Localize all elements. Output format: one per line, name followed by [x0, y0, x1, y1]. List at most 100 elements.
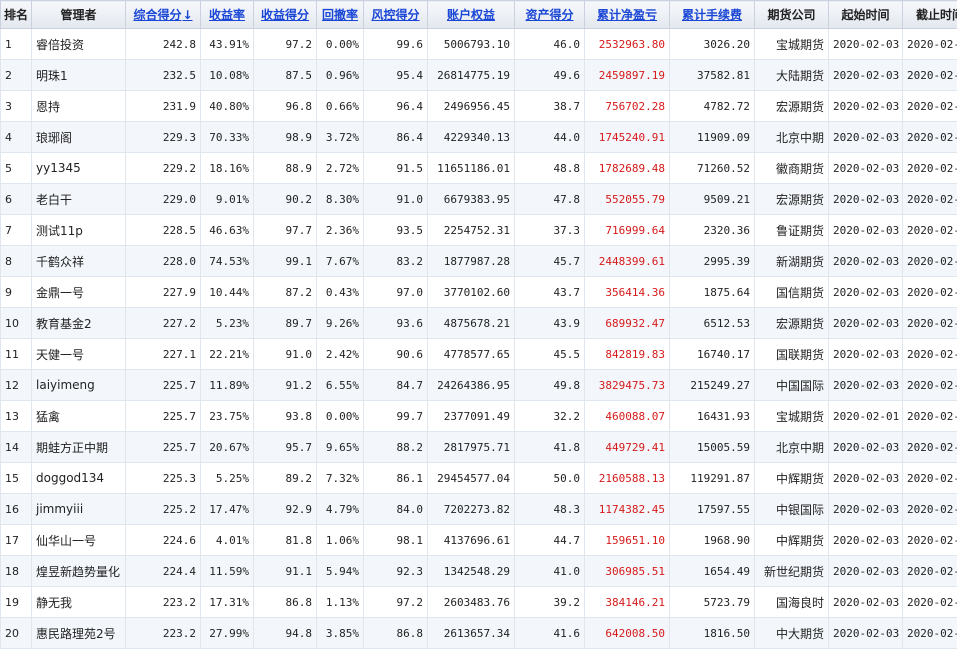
return-score-cell: 88.9 [253, 152, 317, 184]
end-time-cell: 2020-02-27 [902, 245, 957, 277]
manager-cell: 明珠1 [31, 59, 126, 91]
header-drawdown[interactable]: 回撤率 [316, 0, 364, 29]
end-time-cell: 2020-02-27 [902, 462, 957, 494]
net-profit-cell: 689932.47 [584, 307, 670, 339]
sort-asset-score-link[interactable]: 资产得分 [525, 8, 573, 22]
sort-return-rate-link[interactable]: 收益率 [209, 8, 245, 22]
drawdown-cell: 2.72% [316, 152, 364, 184]
table-row: 9 金鼎一号 227.9 10.44% 87.2 0.43% 97.0 3770102.60 4… [0, 276, 957, 308]
return-score-cell: 96.8 [253, 90, 317, 122]
start-time-cell: 2020-02-03 [828, 555, 903, 587]
drawdown-cell: 4.79% [316, 493, 364, 525]
start-time-cell: 2020-02-03 [828, 524, 903, 556]
manager-cell: 恩持 [31, 90, 126, 122]
fees-cell: 6512.53 [669, 307, 755, 339]
asset-score-cell: 50.0 [514, 462, 585, 494]
equity-cell: 26814775.19 [427, 59, 515, 91]
risk-score-cell: 90.6 [363, 338, 428, 370]
fees-cell: 215249.27 [669, 369, 755, 401]
risk-score-cell: 93.5 [363, 214, 428, 246]
risk-score-cell: 99.6 [363, 28, 428, 60]
risk-score-cell: 97.0 [363, 276, 428, 308]
drawdown-cell: 1.13% [316, 586, 364, 618]
manager-cell: 睿倍投资 [31, 28, 126, 60]
company-cell: 宏源期货 [754, 90, 829, 122]
sort-risk-score-link[interactable]: 风控得分 [371, 8, 419, 22]
drawdown-cell: 2.42% [316, 338, 364, 370]
table-row: 17 仙华山一号 224.6 4.01% 81.8 1.06% 98.1 4137696.61… [0, 524, 957, 556]
sort-equity-link[interactable]: 账户权益 [447, 8, 495, 22]
table-row: 15 doggod134 225.3 5.25% 89.2 7.32% 86.1 294545… [0, 462, 957, 494]
table-row: 10 教育基金2 227.2 5.23% 89.7 9.26% 93.6 4875678.21… [0, 307, 957, 339]
sort-fees-link[interactable]: 累计手续费 [682, 8, 742, 22]
end-time-cell: 2020-02-27 [902, 214, 957, 246]
end-time-cell: 2020-02-27 [902, 524, 957, 556]
rank-cell: 4 [0, 121, 32, 153]
asset-score-cell: 37.3 [514, 214, 585, 246]
header-return-score[interactable]: 收益得分 [253, 0, 317, 29]
risk-score-cell: 86.1 [363, 462, 428, 494]
sort-drawdown-link[interactable]: 回撤率 [322, 8, 358, 22]
drawdown-cell: 0.00% [316, 400, 364, 432]
table-row: 16 jimmyiii 225.2 17.47% 92.9 4.79% 84.0 720227… [0, 493, 957, 525]
header-risk-score[interactable]: 风控得分 [363, 0, 428, 29]
asset-score-cell: 48.8 [514, 152, 585, 184]
return-score-cell: 91.1 [253, 555, 317, 587]
asset-score-cell: 48.3 [514, 493, 585, 525]
risk-score-cell: 86.4 [363, 121, 428, 153]
return-rate-cell: 9.01% [200, 183, 254, 215]
header-start-time: 起始时间 [828, 0, 903, 29]
net-profit-cell: 3829475.73 [584, 369, 670, 401]
table-row: 5 yy1345 229.2 18.16% 88.9 2.72% 91.5 11651186.… [0, 152, 957, 184]
header-equity[interactable]: 账户权益 [427, 0, 515, 29]
table-row: 14 期蛙方正中期 225.7 20.67% 95.7 9.65% 88.2 2817975.… [0, 431, 957, 463]
sort-composite-link[interactable]: 综合得分 [133, 8, 181, 22]
company-cell: 中国国际 [754, 369, 829, 401]
rank-cell: 8 [0, 245, 32, 277]
sort-net-profit-link[interactable]: 累计净盈亏 [597, 8, 657, 22]
rank-cell: 10 [0, 307, 32, 339]
rank-cell: 6 [0, 183, 32, 215]
end-time-cell: 2020-02-27 [902, 121, 957, 153]
return-rate-cell: 22.21% [200, 338, 254, 370]
asset-score-cell: 43.7 [514, 276, 585, 308]
header-return-rate[interactable]: 收益率 [200, 0, 254, 29]
header-fees[interactable]: 累计手续费 [669, 0, 755, 29]
drawdown-cell: 9.65% [316, 431, 364, 463]
start-time-cell: 2020-02-03 [828, 59, 903, 91]
manager-cell: 金鼎一号 [31, 276, 126, 308]
company-cell: 鲁证期货 [754, 214, 829, 246]
sort-desc-arrow-icon: ↓ [182, 8, 193, 22]
table-row: 4 琅琊阁 229.3 70.33% 98.9 3.72% 86.4 4229340.13 44… [0, 121, 957, 153]
drawdown-cell: 5.94% [316, 555, 364, 587]
net-profit-cell: 1782689.48 [584, 152, 670, 184]
return-score-cell: 98.9 [253, 121, 317, 153]
table-row: 8 千鹤众祥 228.0 74.53% 99.1 7.67% 83.2 1877987.28 4… [0, 245, 957, 277]
start-time-cell: 2020-02-03 [828, 152, 903, 184]
asset-score-cell: 44.7 [514, 524, 585, 556]
sort-return-score-link[interactable]: 收益得分 [261, 8, 309, 22]
equity-cell: 6679383.95 [427, 183, 515, 215]
asset-score-cell: 45.7 [514, 245, 585, 277]
asset-score-cell: 32.2 [514, 400, 585, 432]
start-time-cell: 2020-02-03 [828, 307, 903, 339]
asset-score-cell: 45.5 [514, 338, 585, 370]
end-time-cell: 2020-02-27 [902, 90, 957, 122]
fees-cell: 9509.21 [669, 183, 755, 215]
risk-score-cell: 93.6 [363, 307, 428, 339]
net-profit-cell: 2532963.80 [584, 28, 670, 60]
rank-cell: 15 [0, 462, 32, 494]
composite-score-cell: 229.2 [125, 152, 201, 184]
header-composite-score[interactable]: 综合得分↓ [125, 0, 201, 29]
ranking-table-body: 1 睿倍投资 242.8 43.91% 97.2 0.00% 99.6 5006793.10 4… [0, 28, 957, 649]
return-rate-cell: 17.47% [200, 493, 254, 525]
risk-score-cell: 97.2 [363, 586, 428, 618]
header-asset-score[interactable]: 资产得分 [514, 0, 585, 29]
composite-score-cell: 227.2 [125, 307, 201, 339]
header-net-profit[interactable]: 累计净盈亏 [584, 0, 670, 29]
company-cell: 中辉期货 [754, 462, 829, 494]
table-row: 1 睿倍投资 242.8 43.91% 97.2 0.00% 99.6 5006793.10 4… [0, 28, 957, 60]
composite-score-cell: 223.2 [125, 586, 201, 618]
risk-score-cell: 92.3 [363, 555, 428, 587]
composite-score-cell: 225.7 [125, 400, 201, 432]
